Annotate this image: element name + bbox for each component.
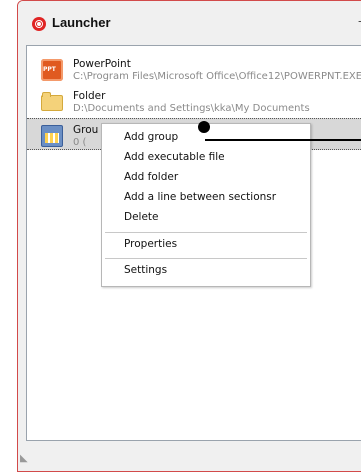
item-path: 0 (: [73, 137, 87, 148]
folder-icon: [41, 91, 63, 113]
launcher-icon: [32, 17, 46, 31]
title-bar: Launcher – □: [18, 1, 361, 45]
item-name: Grou: [73, 124, 99, 136]
group-icon: [41, 125, 63, 147]
minimize-button[interactable]: –: [354, 14, 361, 28]
item-path: D:\Documents and Settings\kka\My Documen…: [73, 103, 310, 114]
menu-item-add-executable[interactable]: Add executable file: [124, 151, 225, 163]
context-menu: Add group Add executable file Add folder…: [101, 123, 311, 287]
item-name: PowerPoint: [73, 58, 131, 70]
menu-separator: [105, 258, 307, 259]
list-item[interactable]: PowerPoint C:\Program Files\Microsoft Of…: [27, 53, 361, 85]
menu-item-properties[interactable]: Properties: [124, 238, 177, 250]
cursor-dot: [198, 121, 210, 133]
menu-separator: [105, 232, 307, 233]
menu-item-add-group[interactable]: Add group: [124, 131, 178, 143]
menu-item-delete[interactable]: Delete: [124, 211, 159, 223]
window-controls: – □: [354, 14, 361, 28]
window-title: Launcher: [52, 15, 111, 30]
powerpoint-icon: [41, 59, 63, 81]
list-item[interactable]: Folder D:\Documents and Settings\kka\My …: [27, 85, 361, 117]
pointer-line: [205, 139, 361, 141]
item-path: C:\Program Files\Microsoft Office\Office…: [73, 71, 361, 82]
menu-item-add-folder[interactable]: Add folder: [124, 171, 178, 183]
menu-item-add-line[interactable]: Add a line between sectionsr: [124, 191, 276, 203]
item-name: Folder: [73, 90, 106, 102]
menu-item-settings[interactable]: Settings: [124, 264, 167, 276]
